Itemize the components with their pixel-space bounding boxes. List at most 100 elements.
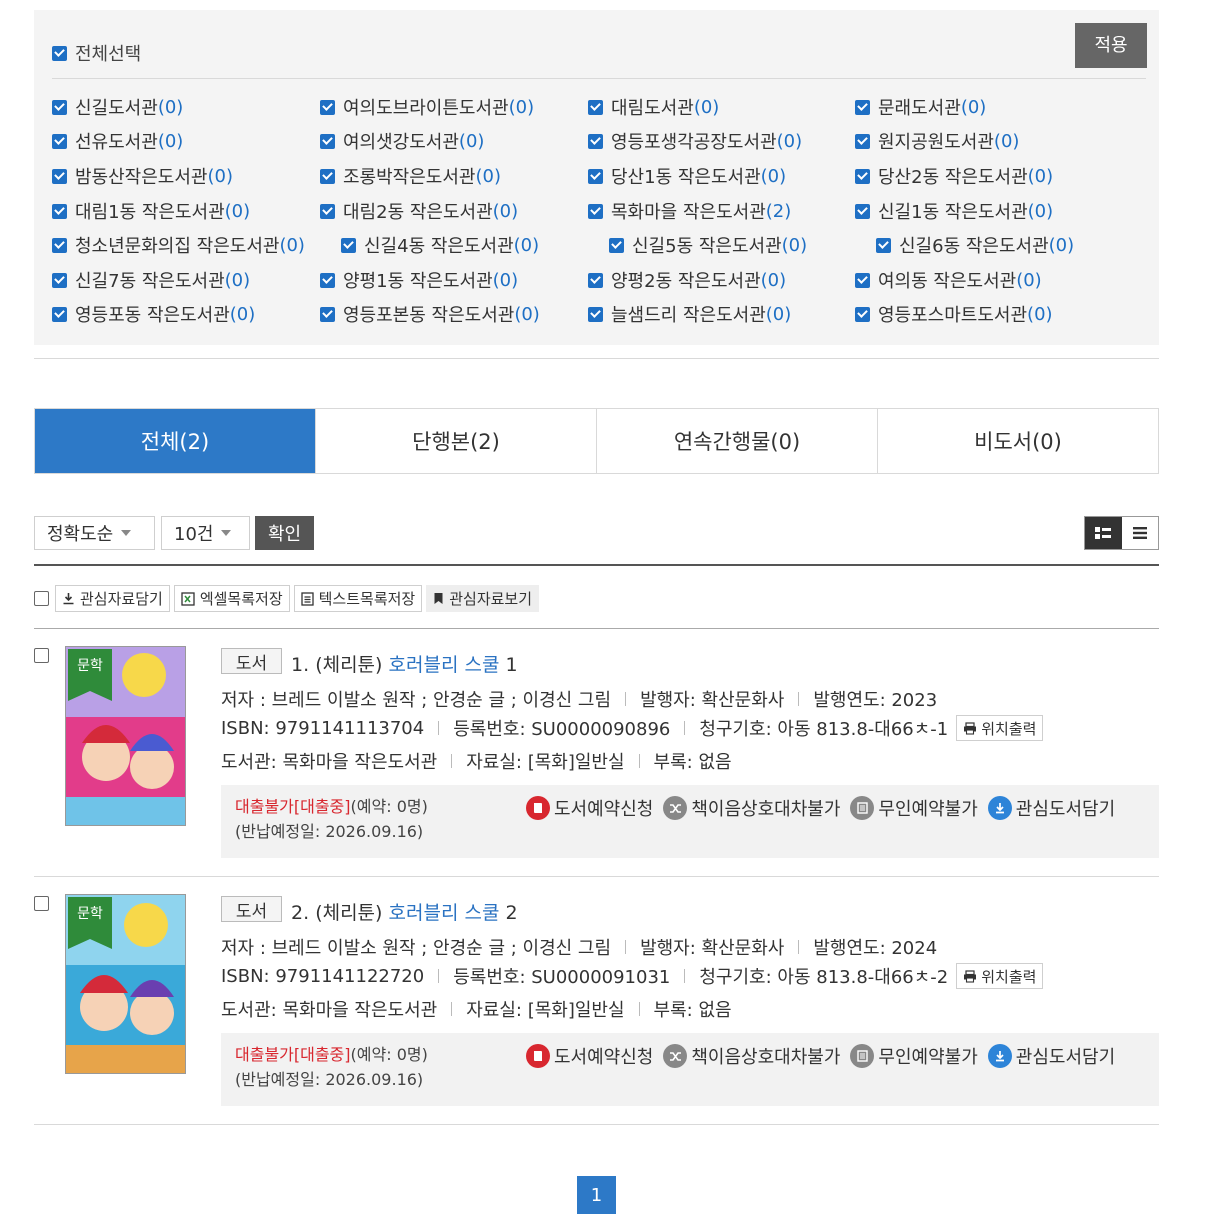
page-button-current[interactable]: 1 [577,1176,616,1214]
library-checkbox[interactable]: 영등포스마트도서관 (0) [855,301,1053,327]
library-count: (0) [157,130,184,152]
library-checkbox[interactable]: 신길1동 작은도서관 (0) [855,198,1053,224]
author: 저자 : 브레드 이발소 원작 ; 안경순 글 ; 이경신 그림 [221,938,612,959]
location-print-button[interactable]: 위치출력 [956,715,1044,741]
interloan-label: 책이음상호대차불가 [691,799,841,820]
book-cover[interactable]: 문학 [65,894,186,1074]
result-checkbox[interactable] [34,896,49,911]
author: 저자 : 브레드 이발소 원작 ; 안경순 글 ; 이경신 그림 [221,690,612,711]
add-interest-button[interactable]: 관심자료담기 [55,585,170,612]
genre-tag: 문학 [68,649,112,701]
library-count: (0) [1027,165,1054,187]
sort-order-select[interactable]: 정확도순 [34,516,155,550]
shuffle-icon [663,1044,688,1068]
library-name: 청소년문화의집 작은도서관 [75,236,280,257]
library-checkbox[interactable]: 신길4동 작은도서관 (0) [341,232,539,258]
library-count: (0) [760,269,787,291]
apply-button[interactable]: 적용 [1075,23,1147,68]
library-checkbox[interactable]: 신길도서관 (0) [52,94,183,120]
save-text-button[interactable]: 텍스트목록저장 [293,585,423,612]
publisher: 발행자: 확산문화사 [640,938,785,959]
library-checkbox[interactable]: 신길7동 작은도서관 (0) [52,267,250,293]
view-interest-button[interactable]: 관심자료보기 [426,585,540,612]
library-checkbox[interactable]: 대림도서관 (0) [588,94,719,120]
library-checkbox[interactable]: 여의동 작은도서관 (0) [855,267,1042,293]
tab-monograph[interactable]: 단행본(2) [315,409,596,473]
library-checkbox[interactable]: 영등포동 작은도서관 (0) [52,301,255,327]
unmanned-reserve-button[interactable]: 무인예약불가 [850,795,978,821]
library-checkbox[interactable]: 당산1동 작은도서관 (0) [588,163,786,189]
library-checkbox[interactable]: 여의샛강도서관 (0) [320,128,484,154]
library-checkbox[interactable]: 늘샘드리 작은도서관 (0) [588,301,791,327]
library-checkbox[interactable]: 선유도서관 (0) [52,128,183,154]
checkbox-checked-icon [855,203,870,219]
select-all-label: 전체선택 [75,44,142,65]
library-checkbox[interactable]: 대림2동 작은도서관 (0) [320,198,518,224]
library-name: 영등포생각공장도서관 [611,132,777,153]
select-all-checkbox[interactable]: 전체선택 [52,40,141,66]
result-meta-line2: ISBN: 9791141122720 등록번호: SU0000091031 청… [221,963,1044,989]
tab-all[interactable]: 전체(2) [35,409,315,473]
checkbox-checked-icon [588,133,603,149]
book-cover[interactable]: 문학 [65,646,186,826]
excel-icon [181,591,195,606]
library-checkbox[interactable]: 원지공원도서관 (0) [855,128,1019,154]
result-title-link[interactable]: 호러블리 스쿨 [389,654,500,676]
library-name: 늘샘드리 작은도서관 [611,305,766,326]
result-title-link[interactable]: 호러블리 스쿨 [389,902,500,924]
library-checkbox[interactable]: 양평2동 작은도서관 (0) [588,267,786,293]
grid-view-button[interactable] [1085,517,1122,549]
confirm-button[interactable]: 확인 [255,516,314,550]
locker-icon [850,1044,875,1068]
library-checkbox[interactable]: 문래도서관 (0) [855,94,986,120]
result-prefix: (체리툰) [315,902,383,924]
library-checkbox[interactable]: 대림1동 작은도서관 (0) [52,198,250,224]
library-checkbox[interactable]: 당산2동 작은도서관 (0) [855,163,1053,189]
reserve-button[interactable]: 도서예약신청 [526,795,653,821]
view-interest-label: 관심자료보기 [449,590,533,608]
reading-room: 자료실: [목화]일반실 [466,1000,625,1021]
tab-serial[interactable]: 연속간행물(0) [596,409,877,473]
library-checkbox[interactable]: 조롱박작은도서관 (0) [320,163,501,189]
reserve-button[interactable]: 도서예약신청 [526,1043,653,1069]
library-checkbox[interactable]: 목화마을 작은도서관 (2) [588,198,791,224]
list-view-button[interactable] [1122,517,1159,549]
library-checkbox[interactable]: 청소년문화의집 작은도서관 (0) [52,232,305,258]
library-filter-header: 전체선택 적용 [52,10,1147,79]
library-checkbox[interactable]: 밤동산작은도서관 (0) [52,163,233,189]
library-name: 신길6동 작은도서관 [899,236,1049,257]
publisher: 발행자: 확산문화사 [640,690,785,711]
location-print-button[interactable]: 위치출력 [956,963,1044,989]
interloan-button[interactable]: 책이음상호대차불가 [663,1043,840,1069]
library-checkbox[interactable]: 영등포생각공장도서관 (0) [588,128,802,154]
library-count: (0) [1016,269,1042,291]
result-item: 문학 도서 1. (체리툰) 호러블리 스쿨 1 저자 : 브레드 이발소 원작… [34,628,1159,877]
library-count: (0) [765,303,792,325]
result-checkbox[interactable] [34,648,49,663]
add-interest-book-button[interactable]: 관심도서담기 [987,1043,1115,1069]
library-checkbox[interactable]: 양평1동 작은도서관 (0) [320,267,518,293]
library-count: (0) [492,200,519,222]
call-number: 청구기호: 아동 813.8-대66ㅊ-2 [699,967,949,988]
library-count: (0) [224,200,251,222]
download-circle-icon [987,796,1012,820]
library-checkbox[interactable]: 영등포본동 작은도서관 (0) [320,301,540,327]
library-count: (0) [781,234,808,256]
unmanned-reserve-button[interactable]: 무인예약불가 [850,1043,978,1069]
page-size-select[interactable]: 10건 [161,516,250,550]
result-volume: 2 [505,902,518,924]
library-count: (0) [458,130,485,152]
tab-nonbook[interactable]: 비도서(0) [877,409,1158,473]
add-interest-book-button[interactable]: 관심도서담기 [987,795,1115,821]
library-checkbox[interactable]: 신길6동 작은도서관 (0) [876,232,1074,258]
checkbox-checked-icon [588,306,603,322]
isbn: ISBN: 9791141122720 [221,965,425,987]
select-all-results-checkbox[interactable] [34,591,49,606]
library-count: (0) [475,165,501,187]
divider [438,969,440,983]
interloan-button[interactable]: 책이음상호대차불가 [663,795,840,821]
save-excel-button[interactable]: 엑셀목록저장 [173,585,290,612]
library-checkbox[interactable]: 신길5동 작은도서관 (0) [609,232,807,258]
library-checkbox[interactable]: 여의도브라이튼도서관 (0) [320,94,534,120]
shuffle-icon [663,796,688,820]
